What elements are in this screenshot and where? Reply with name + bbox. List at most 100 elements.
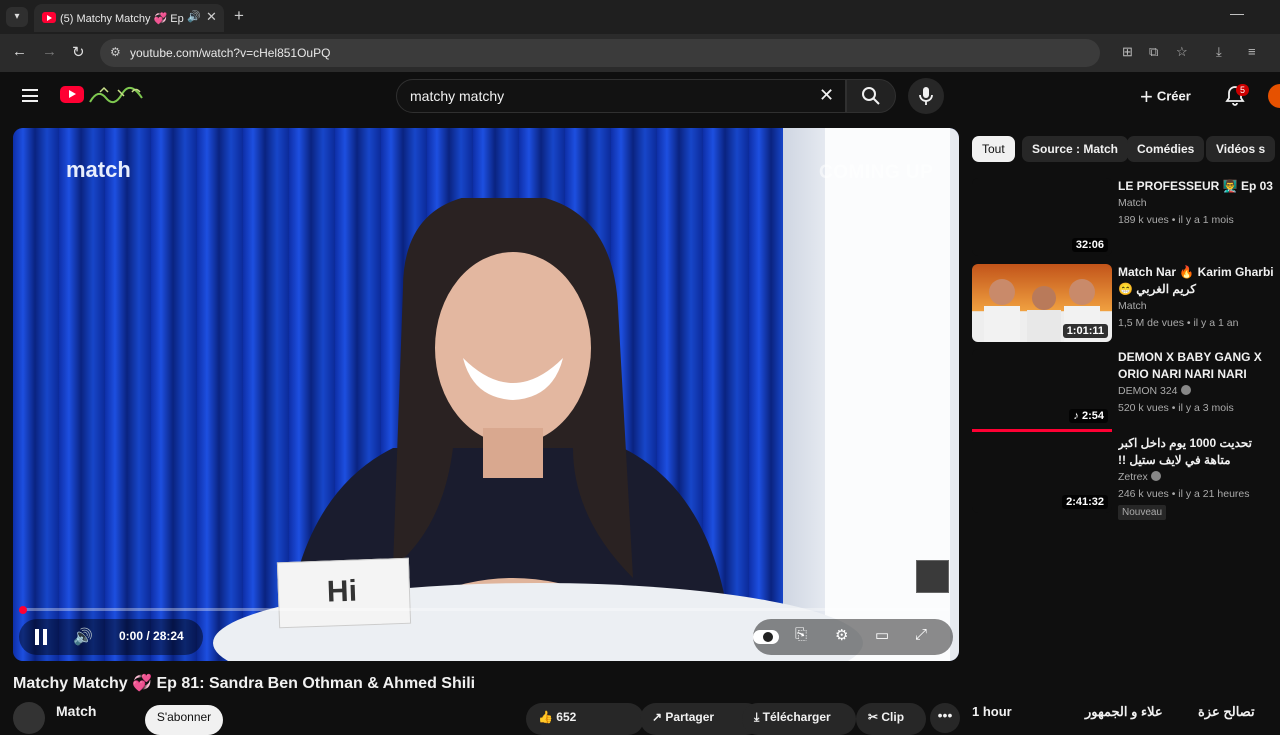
- channel-name[interactable]: Match: [56, 703, 96, 719]
- create-label: Créer: [1156, 88, 1191, 104]
- chip-comedies[interactable]: Comédies: [1127, 136, 1205, 162]
- progress-bar[interactable]: [23, 608, 949, 611]
- rec-meta: 189 k vues • il y a 1 mois: [1118, 214, 1234, 226]
- chapter-label-2[interactable]: علاء و الجمهور: [1085, 704, 1163, 720]
- minimize-window-icon[interactable]: —: [1230, 5, 1244, 21]
- chapter-label-3[interactable]: تصالح عزة: [1198, 704, 1255, 720]
- browser-tab-bar: ▾ (5) Matchy Matchy 💞 Ep 8 🔊 ✕ + —: [0, 0, 1280, 34]
- channel-watermark-icon[interactable]: [916, 560, 949, 593]
- like-count: 652: [556, 710, 577, 724]
- reading-list-icon[interactable]: ≡: [1248, 44, 1256, 59]
- volume-icon[interactable]: 🔊: [73, 627, 93, 647]
- search-icon: [862, 87, 880, 105]
- notification-count-badge: 5: [1236, 84, 1250, 96]
- rec-meta: 246 k vues • il y a 21 heures: [1118, 488, 1250, 500]
- recommendation-item[interactable]: ♪ 2:54 DEMON X BABY GANG X ORIO NARI NAR…: [972, 349, 1280, 432]
- search-button[interactable]: [846, 79, 896, 113]
- scissors-icon: ✂: [868, 710, 882, 724]
- install-app-icon[interactable]: ⧉: [1149, 44, 1158, 60]
- share-label: Partager: [665, 710, 715, 724]
- omnibox[interactable]: ⚙ youtube.com/watch?v=cHel851OuPQ: [100, 39, 1100, 67]
- rec-meta: 1,5 M de vues • il y a 1 an: [1118, 317, 1239, 329]
- chip-all[interactable]: Tout: [972, 136, 1015, 162]
- video-thumbnail[interactable]: 1:01:11: [972, 264, 1112, 342]
- clip-label: Clip: [881, 710, 905, 724]
- tab-close-icon[interactable]: ✕: [206, 9, 217, 25]
- rec-title[interactable]: تحديت 1000 يوم داخل اكبر متاهة في لايف س…: [1118, 435, 1280, 469]
- clip-button[interactable]: ✂ Clip: [856, 703, 926, 735]
- tab-search-button[interactable]: ▾: [6, 7, 28, 27]
- channel-avatar[interactable]: [13, 702, 45, 734]
- create-button[interactable]: + Créer: [1140, 84, 1191, 110]
- more-actions-button[interactable]: •••: [930, 703, 960, 733]
- chip-source-match[interactable]: Source : Match: [1022, 136, 1129, 162]
- duration-badge: 2:41:32: [1062, 495, 1108, 509]
- coming-up-overlay: COMING UP: [819, 162, 934, 183]
- rec-title[interactable]: LE PROFESSEUR 👨‍🏫 Ep 03 👨‍🏫: [1118, 178, 1280, 195]
- rec-title[interactable]: DEMON X BABY GANG X ORIO NARI NARI NARI …: [1118, 349, 1280, 383]
- time-display: 0:00 / 28:24: [119, 629, 184, 643]
- subscribe-button[interactable]: S'abonner: [145, 705, 223, 735]
- duration-badge: 1:01:11: [1062, 324, 1108, 338]
- settings-gear-icon[interactable]: ⚙: [835, 626, 848, 644]
- search-input[interactable]: matchy matchy ✕: [396, 79, 846, 113]
- search-query-text: matchy matchy: [410, 88, 505, 104]
- verified-check-icon: [1150, 471, 1161, 481]
- name-card-text: Hi: [326, 574, 358, 609]
- thumbs-up-icon: 👍: [538, 710, 557, 724]
- download-button[interactable]: ⤓ Télécharger: [742, 703, 856, 735]
- youtube-favicon-icon: [42, 12, 56, 23]
- reload-icon[interactable]: ↻: [72, 43, 85, 61]
- plus-icon: +: [1140, 84, 1153, 109]
- video-thumbnail[interactable]: 32:06: [972, 178, 1112, 256]
- tab-title: (5) Matchy Matchy 💞 Ep 8: [60, 13, 186, 25]
- autoplay-toggle[interactable]: [753, 630, 779, 644]
- site-info-icon[interactable]: ⚙: [110, 45, 121, 59]
- chip-videos[interactable]: Vidéos s: [1206, 136, 1276, 162]
- fullscreen-icon[interactable]: ⤢: [915, 626, 927, 643]
- audio-playing-icon[interactable]: 🔊: [187, 10, 201, 23]
- chapter-label[interactable]: 1 hour: [972, 704, 1012, 719]
- watched-progress-bar: [972, 429, 1112, 432]
- video-thumbnail[interactable]: 2:41:32: [972, 435, 1112, 513]
- browser-tab[interactable]: (5) Matchy Matchy 💞 Ep 8 🔊 ✕: [34, 4, 224, 32]
- rec-channel[interactable]: Zetrex: [1118, 471, 1161, 483]
- forward-arrow-icon[interactable]: →: [42, 43, 57, 60]
- youtube-header: matchy matchy ✕ + Créer 5: [0, 72, 1280, 120]
- back-arrow-icon[interactable]: ←: [12, 43, 27, 60]
- menu-icon[interactable]: [22, 89, 38, 102]
- new-badge: Nouveau: [1118, 505, 1167, 520]
- recommendation-item[interactable]: 32:06 LE PROFESSEUR 👨‍🏫 Ep 03 👨‍🏫 Match …: [972, 178, 1280, 258]
- duration-badge: 32:06: [1071, 238, 1108, 252]
- video-player[interactable]: match COMING UP Hi 🔊 0:00 / 28:24 ⎘ ⚙ ▭ …: [13, 128, 959, 661]
- rec-title[interactable]: Match Nar 🔥 Karim Gharbi 😁 كريم الغربي: [1118, 264, 1280, 298]
- account-avatar[interactable]: [1268, 84, 1280, 108]
- subtitles-icon[interactable]: ⎘: [795, 626, 807, 643]
- rec-channel[interactable]: Match: [1118, 300, 1147, 312]
- microphone-icon: [919, 87, 933, 105]
- like-button[interactable]: 👍 652: [526, 703, 644, 735]
- recommendation-item[interactable]: 2:41:32 تحديت 1000 يوم داخل اكبر متاهة ف…: [972, 435, 1280, 520]
- youtube-logo-icon[interactable]: [60, 86, 84, 103]
- clear-search-icon[interactable]: ✕: [819, 85, 834, 106]
- video-title: Matchy Matchy 💞 Ep 81: Sandra Ben Othman…: [13, 675, 476, 692]
- duration-badge: ♪ 2:54: [1069, 409, 1108, 423]
- verified-check-icon: [1180, 385, 1191, 395]
- video-thumbnail[interactable]: ♪ 2:54: [972, 349, 1112, 427]
- download-label: Télécharger: [762, 710, 831, 724]
- bookmark-star-icon[interactable]: ☆: [1176, 44, 1188, 60]
- pause-icon[interactable]: [35, 629, 47, 645]
- new-tab-button[interactable]: +: [234, 6, 244, 26]
- rec-meta: 520 k vues • il y a 3 mois: [1118, 402, 1234, 414]
- voice-search-button[interactable]: [908, 78, 944, 114]
- doodle-logo-icon[interactable]: [88, 84, 144, 106]
- recommendation-item[interactable]: 1:01:11 Match Nar 🔥 Karim Gharbi 😁 كريم …: [972, 264, 1280, 344]
- progress-scrubber[interactable]: [19, 606, 27, 614]
- rec-channel[interactable]: DEMON 324: [1118, 385, 1191, 397]
- theater-mode-icon[interactable]: ▭: [875, 626, 889, 644]
- downloads-icon[interactable]: ⤓: [1216, 44, 1222, 60]
- rec-channel[interactable]: Match: [1118, 197, 1147, 209]
- translate-icon[interactable]: ⊞: [1122, 44, 1133, 60]
- download-icon: ⤓: [754, 710, 763, 724]
- url-text[interactable]: youtube.com/watch?v=cHel851OuPQ: [130, 46, 330, 60]
